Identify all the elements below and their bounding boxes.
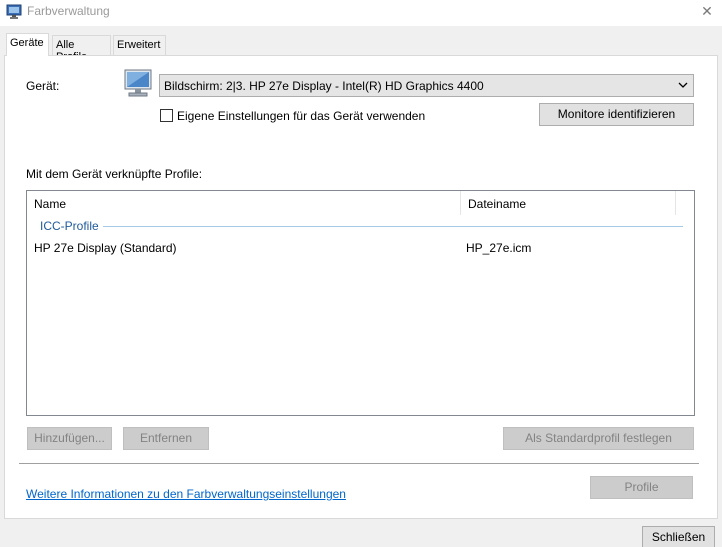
window-title: Farbverwaltung <box>27 4 110 18</box>
own-settings-checkbox[interactable] <box>160 109 173 122</box>
divider <box>19 463 699 464</box>
list-item[interactable]: HP 27e Display (Standard) HP_27e.icm <box>27 239 694 257</box>
tab-geraete-label: Geräte <box>10 37 44 49</box>
add-button[interactable]: Hinzufügen... <box>27 427 112 450</box>
set-default-profile-button[interactable]: Als Standardprofil festlegen <box>503 427 694 450</box>
group-divider <box>103 226 683 227</box>
tab-erweitert-label: Erweitert <box>117 39 161 51</box>
chevron-down-icon <box>678 82 688 88</box>
own-settings-label: Eigene Einstellungen für das Gerät verwe… <box>177 109 426 123</box>
more-info-link[interactable]: Weitere Informationen zu den Farbverwalt… <box>26 487 346 501</box>
profile-filename: HP_27e.icm <box>466 241 532 255</box>
close-window-icon[interactable]: ✕ <box>698 2 716 20</box>
tab-erweitert[interactable]: Erweitert <box>113 35 166 55</box>
tab-geraete[interactable]: Geräte <box>6 33 49 56</box>
linked-profiles-label: Mit dem Gerät verknüpfte Profile: <box>26 167 203 181</box>
tab-alle-profile[interactable]: Alle Profile <box>52 35 111 63</box>
remove-button[interactable]: Entfernen <box>123 427 209 450</box>
device-select-value: Bildschirm: 2|3. HP 27e Display - Intel(… <box>164 79 484 93</box>
profiles-list[interactable]: Name Dateiname ICC-Profile HP 27e Displa… <box>26 190 695 416</box>
close-button[interactable]: Schließen <box>642 526 715 547</box>
title-bar: Farbverwaltung ✕ <box>0 0 722 26</box>
monitor-icon <box>124 69 152 97</box>
column-header-name[interactable]: Name <box>27 191 461 215</box>
device-label: Gerät: <box>26 79 60 93</box>
profile-name: HP 27e Display (Standard) <box>34 241 177 255</box>
device-select[interactable]: Bildschirm: 2|3. HP 27e Display - Intel(… <box>159 74 694 97</box>
column-header-filename[interactable]: Dateiname <box>461 191 676 215</box>
group-label-icc: ICC-Profile <box>40 219 99 233</box>
profile-button[interactable]: Profile <box>590 476 693 499</box>
identify-monitors-button[interactable]: Monitore identifizieren <box>539 103 694 126</box>
list-header: Name Dateiname <box>27 191 694 215</box>
color-management-icon <box>6 4 22 19</box>
